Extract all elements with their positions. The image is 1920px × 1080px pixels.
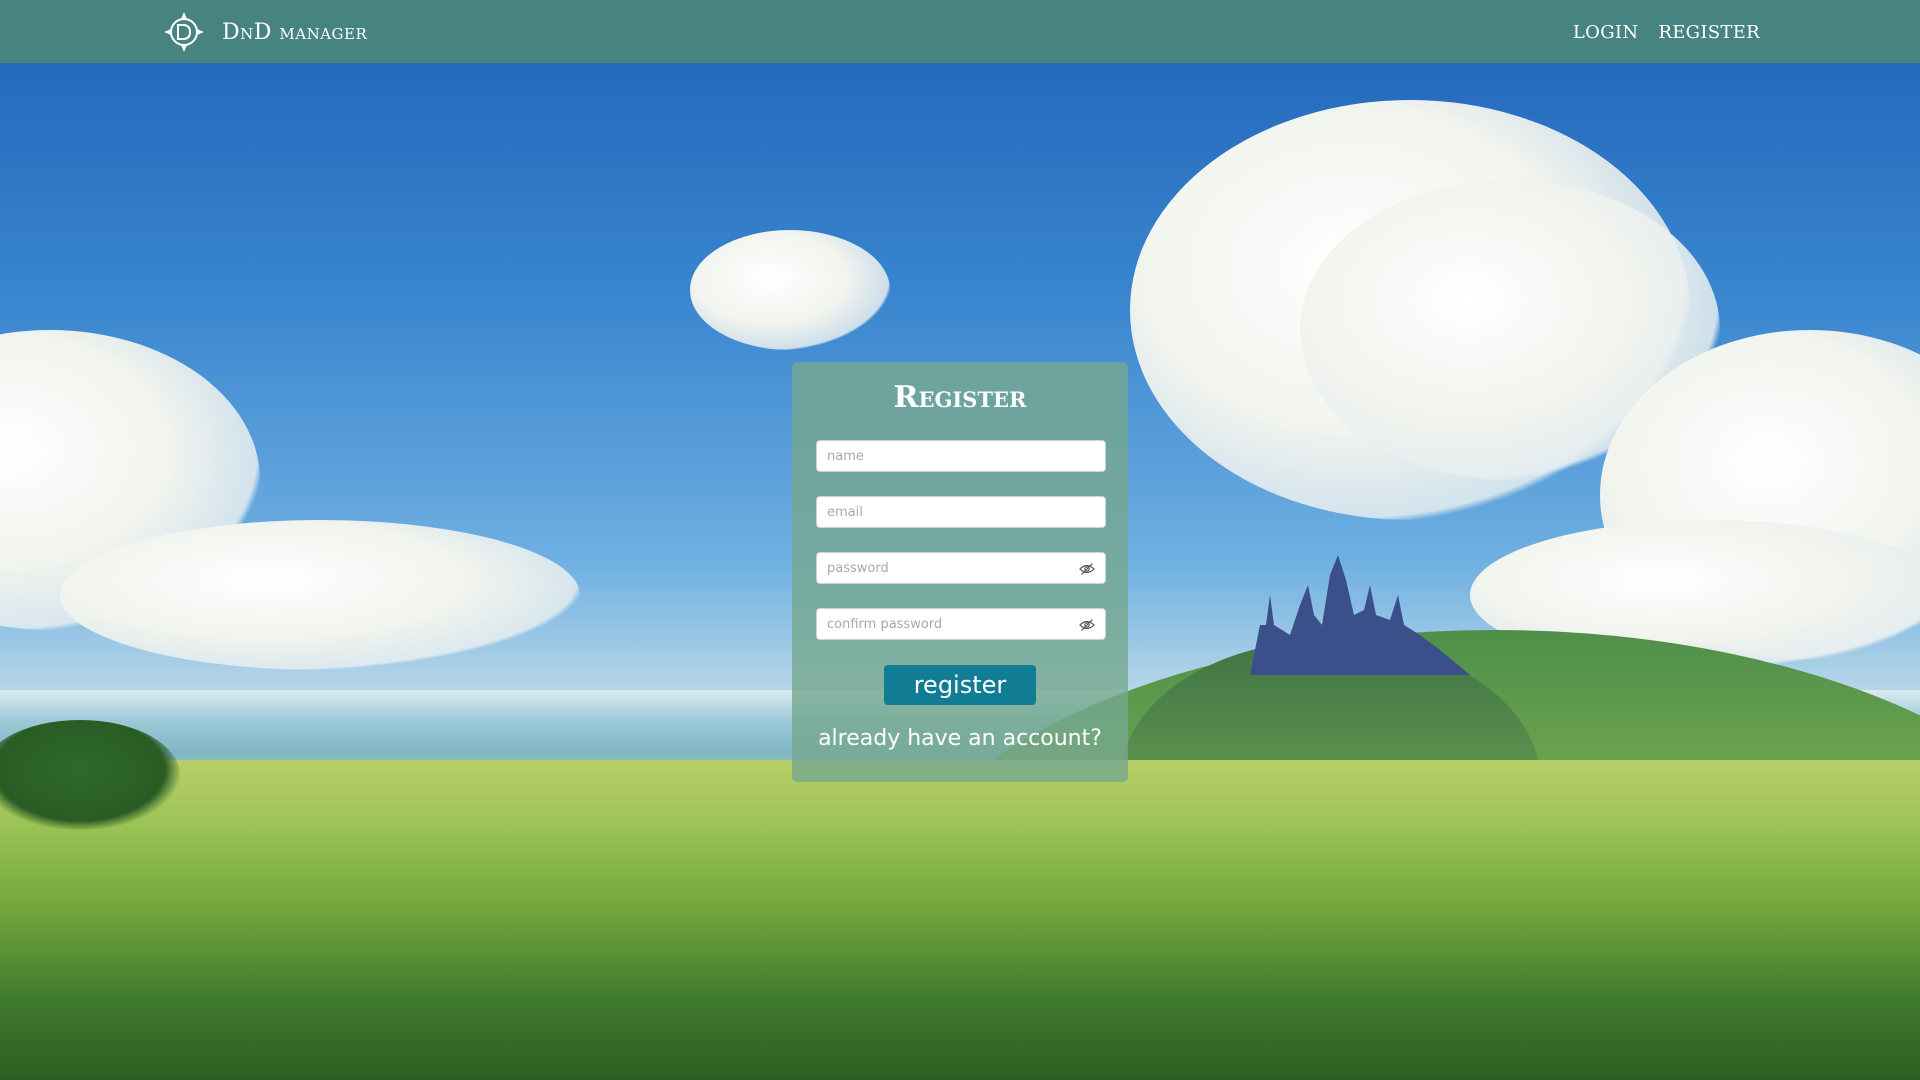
grass-field [0,760,1920,1080]
cloud [690,230,890,350]
eye-slash-icon[interactable] [1079,617,1095,633]
castle-silhouette [1250,555,1470,675]
top-nav: LOGIN REGISTER [1573,22,1760,43]
email-field [816,496,1106,528]
top-navbar: DnD manager LOGIN REGISTER [0,0,1920,63]
cloud [60,520,580,670]
confirm-password-input[interactable] [817,609,1105,639]
email-input[interactable] [817,497,1105,527]
confirm-password-field [816,608,1106,640]
name-input[interactable] [817,441,1105,471]
already-have-account-link[interactable]: already have an account? [792,726,1128,751]
name-field [816,440,1106,472]
eye-slash-icon[interactable] [1079,561,1095,577]
brand-name: DnD manager [222,19,368,45]
register-card: Register register already have an accoun… [792,362,1128,782]
register-button[interactable]: register [884,665,1036,705]
brand-home-link[interactable]: DnD manager [162,10,367,54]
nav-login-link[interactable]: LOGIN [1573,22,1638,43]
nav-register-link[interactable]: REGISTER [1658,22,1760,43]
password-input[interactable] [817,553,1105,583]
register-title: Register [893,380,1027,415]
password-field [816,552,1106,584]
d20-dragon-logo-icon [164,12,204,52]
